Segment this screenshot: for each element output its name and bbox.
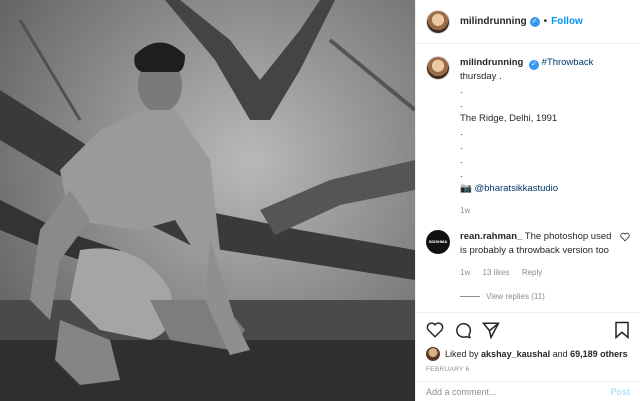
action-bar (416, 312, 640, 346)
separator-dot: • (543, 16, 548, 27)
likes-summary: Liked by akshay_kaushal and 69,189 other… (416, 346, 640, 362)
instagram-post: milindrunning ✓ • Follow milindrunning ✓… (0, 0, 640, 401)
caption-line: . (460, 85, 463, 96)
comment-meta: 1w 13 likes Reply (460, 266, 614, 280)
author-username[interactable]: milindrunning (460, 16, 527, 27)
save-bookmark-icon[interactable] (614, 321, 630, 339)
liker-avatar[interactable] (426, 347, 440, 361)
caption-line: . (460, 127, 463, 138)
like-heart-icon[interactable] (426, 321, 444, 339)
caption-line: . (460, 155, 463, 166)
reply-button[interactable]: Reply (522, 268, 542, 277)
caption-meta: 1w (460, 204, 630, 218)
liked-by-conjunction: and (552, 349, 568, 359)
like-comment-heart-icon[interactable] (620, 232, 630, 242)
caption-line: thursday . (460, 71, 502, 82)
verified-badge-icon: ✓ (529, 16, 540, 27)
liked-by-prefix: Liked by (445, 349, 479, 359)
liker-username[interactable]: akshay_kaushal (481, 349, 550, 359)
post-header: milindrunning ✓ • Follow (416, 0, 640, 44)
photo-credit-link[interactable]: @bharatsikkastudio (474, 183, 558, 194)
comment-age[interactable]: 1w (460, 268, 470, 277)
comment-input[interactable]: Add a comment... (426, 387, 497, 397)
caption-line: . (460, 141, 463, 152)
post-date[interactable]: FEBRUARY 6 (416, 362, 640, 373)
view-replies-label: View replies (11) (486, 292, 545, 301)
caption-line: The Ridge, Delhi, 1991 (460, 113, 558, 124)
comment-likes[interactable]: 13 likes (482, 268, 509, 277)
post-sidebar: milindrunning ✓ • Follow milindrunning ✓… (415, 0, 640, 401)
caption-line: . (460, 169, 463, 180)
commenter-username[interactable]: rean.rahman_ (460, 231, 522, 242)
verified-badge-icon: ✓ (528, 60, 539, 70)
comments-section: milindrunning ✓ #Throwback thursday . . … (416, 44, 640, 312)
author-avatar[interactable] (426, 9, 450, 34)
view-replies-button[interactable]: View replies (11) (460, 292, 630, 301)
caption-line: . (460, 99, 463, 110)
replies-divider (460, 296, 480, 297)
follow-button[interactable]: Follow (551, 16, 583, 27)
caption-hashtag[interactable]: #Throwback (542, 57, 594, 68)
caption-username[interactable]: milindrunning (460, 57, 523, 68)
post-photo[interactable] (0, 0, 415, 401)
caption-age[interactable]: 1w (460, 206, 470, 215)
add-comment-bar: Add a comment... Post (416, 381, 640, 401)
camera-icon: 📷 (460, 183, 472, 194)
share-direct-icon[interactable] (482, 321, 500, 339)
post-comment-button[interactable]: Post (610, 387, 630, 397)
caption: milindrunning ✓ #Throwback thursday . . … (426, 56, 630, 218)
caption-avatar[interactable] (426, 56, 450, 80)
others-count[interactable]: 69,189 others (570, 349, 628, 359)
photo-illustration (0, 0, 415, 401)
comment-item: SIDSHMA rean.rahman_ The photoshop used … (426, 230, 630, 280)
comment-bubble-icon[interactable] (454, 321, 472, 339)
commenter-avatar[interactable]: SIDSHMA (426, 230, 450, 254)
